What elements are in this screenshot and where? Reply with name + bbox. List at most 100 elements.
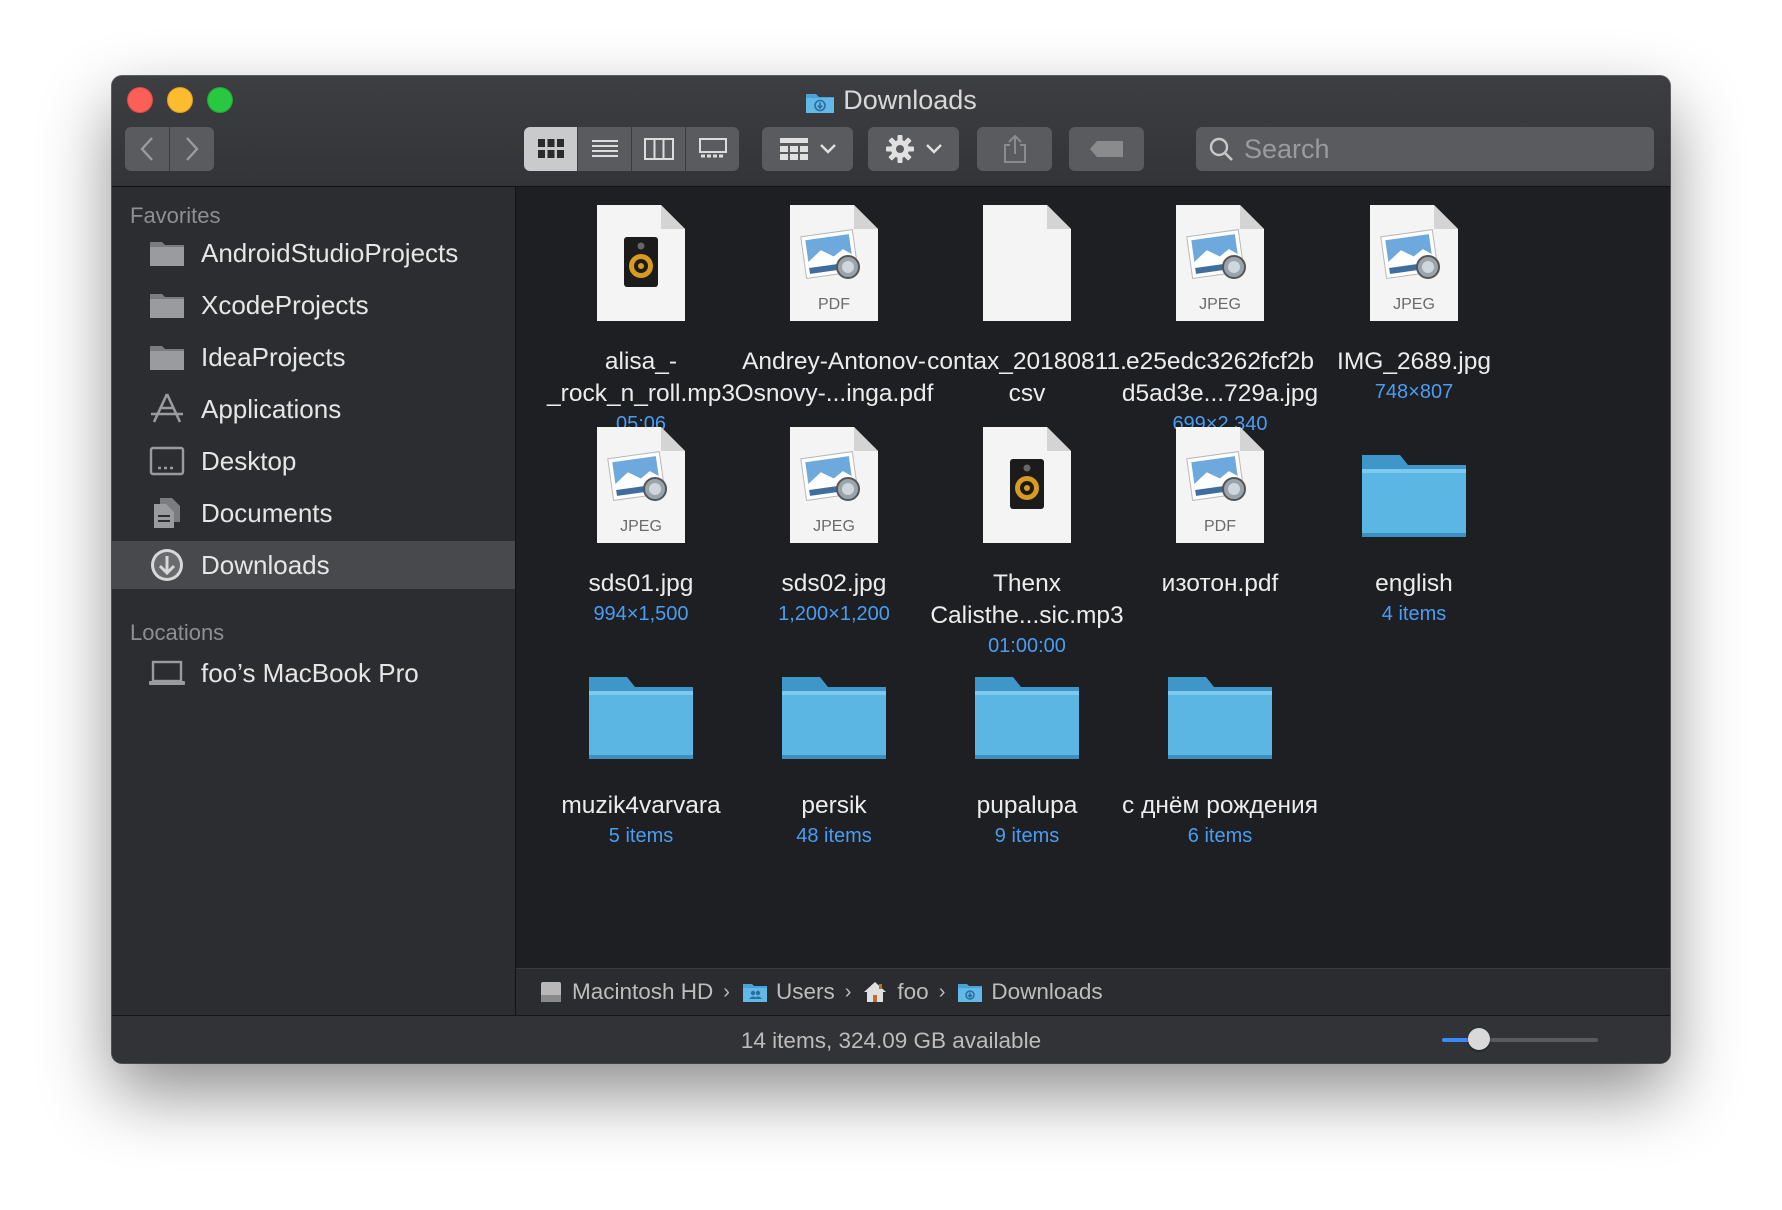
file-name-text: изотон.pdf [1161, 570, 1279, 597]
downloads-folder-icon [806, 93, 835, 113]
blank-document-icon [967, 203, 1087, 325]
icon-view-button[interactable] [524, 127, 578, 171]
file-name-text: english [1375, 570, 1453, 597]
file-name-text: с днём рождения [1122, 792, 1318, 819]
action-menu-button[interactable] [868, 127, 959, 171]
file-name-label: изотон.pdf [1110, 568, 1330, 600]
folder-item[interactable]: pupalupa 9 items [917, 637, 1137, 877]
folder-item[interactable]: muzik4varvara 5 items [531, 637, 751, 877]
path-item-label: Macintosh HD [572, 979, 714, 1004]
file-item[interactable]: alisa_- _rock_n_roll.mp3 05:06 [531, 193, 751, 435]
svg-text:JPEG: JPEG [1199, 296, 1241, 313]
applications-icon [147, 393, 187, 425]
share-button[interactable] [977, 127, 1052, 171]
file-item[interactable]: JPEG sds02.jpg 1,200×1,200 [724, 415, 944, 655]
jpeg-file-icon: JPEG [774, 425, 894, 547]
back-forward-control [125, 127, 214, 171]
column-view-button[interactable] [632, 127, 686, 171]
sidebar-item-label: AndroidStudioProjects [201, 237, 459, 268]
folder-icon [1354, 425, 1474, 547]
gallery-view-button[interactable] [686, 127, 739, 171]
home-icon [863, 981, 889, 1003]
file-name-text: Thenx Calisthe...sic.mp3 [930, 570, 1124, 629]
search-icon [1209, 137, 1233, 161]
file-meta-label: 748×807 [1374, 381, 1454, 403]
search-input[interactable] [1242, 132, 1626, 166]
sidebar-item-label: IdeaProjects [201, 341, 346, 372]
file-item[interactable]: Thenx Calisthe...sic.mp3 01:00:00 [917, 415, 1137, 657]
file-name-text: IMG_2689.jpg [1337, 348, 1491, 375]
file-name-label: sds01.jpg 994×1,500 [531, 568, 751, 628]
path-item-label: Users [775, 979, 835, 1004]
jpeg-file-icon: JPEG [581, 425, 701, 547]
path-bar: Macintosh HD › Users › foo › Downloads [516, 968, 1670, 1015]
file-name-text: e25edc3262fcf2b d5ad3e...729a.jpg [1121, 348, 1319, 407]
file-name-text: alisa_- _rock_n_roll.mp3 [547, 348, 735, 407]
file-name-label: pupalupa 9 items [917, 790, 1137, 850]
documents-icon [147, 497, 187, 529]
edit-tags-button[interactable] [1069, 127, 1144, 171]
folder-icon [967, 647, 1087, 769]
file-icon-grid: alisa_- _rock_n_roll.mp3 05:06 PDF Andrey-A… [516, 187, 1670, 968]
chevron-left-icon [140, 137, 153, 161]
folder-icon [1160, 647, 1280, 769]
sidebar-item-downloads[interactable]: Downloads [112, 541, 515, 589]
file-name-label: с днём рождения 6 items [1110, 790, 1330, 850]
locations-heading: Locations [130, 620, 225, 645]
desktop-icon [147, 445, 187, 477]
path-item-downloads[interactable]: Downloads [957, 979, 1103, 1005]
file-item[interactable]: PDF Andrey-Antonov- Osnovy-...inga.pdf [724, 193, 944, 433]
file-item[interactable]: JPEG sds01.jpg 994×1,500 [531, 415, 751, 655]
svg-text:JPEG: JPEG [1393, 296, 1435, 313]
file-item[interactable]: contax_20180811. csv [917, 193, 1137, 433]
sidebar-item-xcodeprojects[interactable]: XcodeProjects [112, 281, 515, 329]
grid-icon [779, 138, 808, 160]
sidebar-item-documents[interactable]: Documents [112, 489, 515, 537]
path-item-label: foo [897, 979, 929, 1004]
file-meta-label: 5 items [608, 825, 674, 847]
search-field[interactable] [1196, 127, 1654, 171]
finder-window: Downloads Search Favorites AndroidStudio… [112, 76, 1670, 1063]
group-by-button[interactable] [762, 127, 853, 171]
jpeg-file-icon: JPEG [1354, 203, 1474, 325]
file-name-label: persik 48 items [724, 790, 944, 850]
sidebar-item-androidstudioprojects[interactable]: AndroidStudioProjects [112, 229, 515, 277]
chevron-right-icon [186, 137, 199, 161]
sidebar-item-label: Downloads [201, 549, 330, 580]
sidebar-item-desktop[interactable]: Desktop [112, 437, 515, 485]
icon-size-slider[interactable] [1442, 1028, 1598, 1050]
folder-item[interactable]: english 4 items [1304, 415, 1524, 655]
folder-icon [581, 647, 701, 769]
folder-item[interactable]: с днём рождения 6 items [1110, 637, 1330, 877]
path-item-foo[interactable]: foo [863, 979, 929, 1005]
hard-drive-icon [538, 981, 564, 1003]
file-meta-label: 994×1,500 [593, 603, 689, 625]
folder-icon [147, 289, 187, 321]
path-item-users[interactable]: Users [742, 979, 835, 1005]
file-item[interactable]: JPEG e25edc3262fcf2b d5ad3e...729a.jpg 699… [1110, 193, 1330, 435]
back-button[interactable] [125, 127, 170, 171]
forward-button[interactable] [170, 127, 214, 171]
sidebar-item-label: foo’s MacBook Pro [201, 657, 419, 688]
icon-view-icon [537, 139, 564, 158]
sidebar-item-applications[interactable]: Applications [112, 385, 515, 433]
svg-text:PDF: PDF [818, 296, 850, 313]
gear-icon [885, 135, 914, 163]
path-item-label: Downloads [991, 979, 1103, 1004]
column-view-icon [643, 138, 674, 160]
tag-icon [1089, 141, 1123, 157]
file-item[interactable]: PDF изотон.pdf [1110, 415, 1330, 655]
sidebar-item-macbook-pro[interactable]: foo’s MacBook Pro [112, 649, 515, 697]
window-title-text: Downloads [843, 85, 977, 115]
sidebar-item-label: Applications [201, 393, 342, 424]
folder-item[interactable]: persik 48 items [724, 637, 944, 877]
file-item[interactable]: JPEG IMG_2689.jpg 748×807 [1304, 193, 1524, 433]
status-bar: 14 items, 324.09 GB available [112, 1015, 1670, 1063]
downloads-folder-icon [957, 981, 983, 1003]
file-name-label: english 4 items [1304, 568, 1524, 628]
list-view-button[interactable] [578, 127, 632, 171]
path-item-macintosh-hd[interactable]: Macintosh HD [538, 979, 713, 1005]
audio-file-icon [967, 425, 1087, 547]
folder-icon [147, 341, 187, 373]
sidebar-item-ideaprojects[interactable]: IdeaProjects [112, 333, 515, 381]
